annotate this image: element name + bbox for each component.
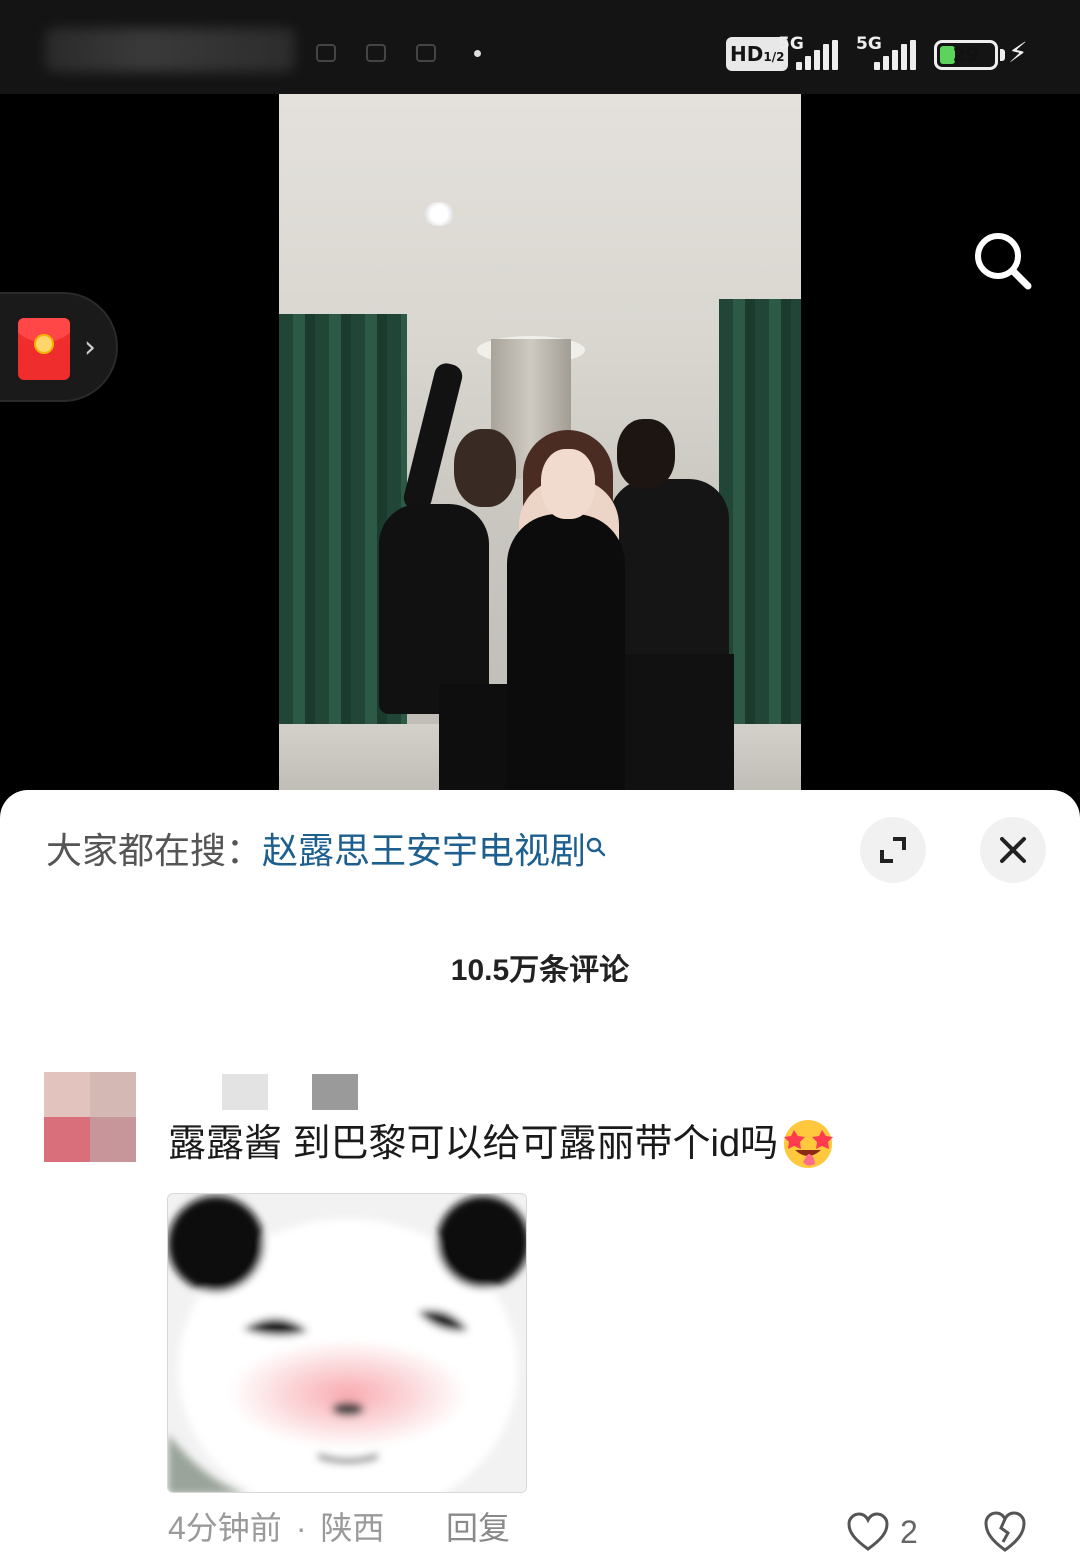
- battery-tip: [1000, 49, 1005, 61]
- panda-meme-sticker[interactable]: [167, 1193, 527, 1493]
- star-struck-emoji-icon: [784, 1120, 834, 1168]
- trending-query-link[interactable]: 赵露思王安宇电视剧: [262, 830, 586, 871]
- dancer-center-face: [541, 449, 595, 519]
- ceiling-light: [422, 202, 456, 226]
- signal-strength-icon: [874, 40, 916, 70]
- video-player[interactable]: [0, 94, 1080, 814]
- dancer-left-arm: [401, 360, 465, 514]
- reply-button[interactable]: 回复: [446, 1508, 510, 1548]
- trending-search[interactable]: 大家都在搜：赵露思王安宇电视剧: [46, 828, 606, 876]
- comment-text[interactable]: 露露酱 到巴黎可以给可露丽带个id吗: [168, 1118, 836, 1174]
- comment-count: 10.5万条评论: [450, 954, 630, 987]
- video-frame[interactable]: [279, 94, 801, 814]
- chevron-right-icon: ›: [84, 330, 96, 365]
- notification-icon: [316, 44, 336, 62]
- dancer-right-head: [617, 419, 675, 489]
- status-bar: HD1/2 5G 5G 29 ⚡: [0, 0, 1080, 94]
- broken-heart-icon: [984, 1511, 1026, 1552]
- red-packet-icon: [18, 318, 70, 380]
- search-button[interactable]: [968, 226, 1038, 296]
- expand-button[interactable]: [860, 817, 926, 883]
- username-redacted[interactable]: [312, 1074, 358, 1110]
- battery-level: 29: [952, 44, 980, 66]
- signal-strength-icon: [796, 40, 838, 70]
- username-redacted[interactable]: [222, 1074, 268, 1110]
- comment-sheet: 大家都在搜：赵露思王安宇电视剧 10.5万条评论 露露酱 到巴黎可以给可露丽带个…: [0, 790, 1080, 1555]
- search-icon: [975, 233, 1032, 290]
- dancer-left-head: [454, 429, 516, 507]
- close-button[interactable]: [980, 817, 1046, 883]
- meta-separator: ·: [295, 1510, 307, 1546]
- avatar[interactable]: [44, 1072, 136, 1162]
- dancer-right: [609, 479, 729, 679]
- comment-time: 4分钟前: [168, 1510, 282, 1546]
- notification-icons-blurred: [45, 28, 295, 72]
- notification-icon: [416, 44, 436, 62]
- panda-sticker-image: [168, 1194, 526, 1492]
- close-icon: [1000, 837, 1026, 863]
- charging-icon: ⚡: [1008, 36, 1028, 69]
- search-icon: [586, 830, 606, 876]
- dancer-left: [379, 504, 489, 714]
- dancer-center: [507, 514, 625, 814]
- notification-icon: [366, 44, 386, 62]
- heart-icon: [847, 1512, 889, 1551]
- dislike-button[interactable]: [982, 1510, 1028, 1554]
- notification-dot: [474, 50, 481, 57]
- expand-icon: [880, 837, 906, 863]
- trending-prefix: 大家都在搜：: [46, 830, 263, 871]
- like-count: 2: [900, 1514, 918, 1550]
- red-packet-tab[interactable]: ›: [0, 292, 118, 402]
- battery-icon: 29: [934, 40, 998, 70]
- like-button[interactable]: 2: [846, 1510, 918, 1554]
- comment-location: 陕西: [320, 1510, 385, 1546]
- comment-meta: 4分钟前 · 陕西: [168, 1508, 384, 1548]
